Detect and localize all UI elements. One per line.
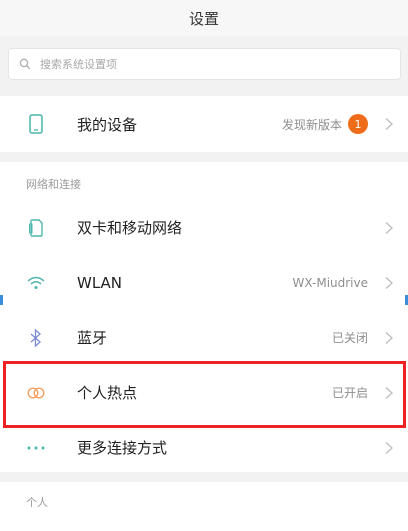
- personal-card: 个人: [0, 482, 408, 531]
- left-edge-marker: [0, 295, 3, 305]
- wlan-label: WLAN: [77, 273, 123, 292]
- search-input[interactable]: 搜索系统设置项: [8, 48, 401, 80]
- search-placeholder: 搜索系统设置项: [40, 58, 117, 71]
- more-connections-item[interactable]: 更多连接方式: [0, 420, 408, 475]
- device-card: 我的设备 发现新版本 1: [0, 96, 408, 152]
- chevron-right-icon: [385, 331, 393, 344]
- phone-icon: [26, 114, 46, 134]
- my-device-item[interactable]: 我的设备 发现新版本 1: [0, 96, 408, 152]
- section-title-personal: 个人: [26, 496, 48, 509]
- more-dots-icon: [26, 438, 46, 458]
- bluetooth-label: 蓝牙: [77, 329, 108, 347]
- wlan-ssid: WX-Miudrive: [292, 275, 368, 290]
- sim-mobile-network-label: 双卡和移动网络: [77, 219, 183, 237]
- page-title-bar: 设置: [0, 0, 408, 36]
- bluetooth-icon: [26, 328, 46, 348]
- page-title: 设置: [188, 9, 219, 28]
- chevron-right-icon: [385, 118, 393, 130]
- wifi-icon: [26, 273, 46, 293]
- chevron-right-icon: [385, 441, 393, 454]
- update-badge: 1: [348, 114, 368, 134]
- chevron-right-icon: [385, 221, 393, 234]
- more-connections-label: 更多连接方式: [77, 439, 168, 457]
- hotspot-highlight-box: [3, 361, 406, 428]
- bluetooth-item[interactable]: 蓝牙 已关闭: [0, 310, 408, 365]
- bluetooth-status: 已关闭: [331, 331, 368, 345]
- new-version-text: 发现新版本: [281, 117, 342, 132]
- my-device-label: 我的设备: [77, 115, 138, 134]
- sim-card-icon: [26, 218, 46, 238]
- wlan-item[interactable]: WLAN WX-Miudrive: [0, 255, 408, 310]
- chevron-right-icon: [385, 276, 393, 289]
- section-title-network: 网络和连接: [26, 178, 81, 191]
- sim-mobile-network-item[interactable]: 双卡和移动网络: [0, 200, 408, 255]
- search-icon: [19, 58, 31, 70]
- search-area: 搜索系统设置项: [0, 40, 408, 88]
